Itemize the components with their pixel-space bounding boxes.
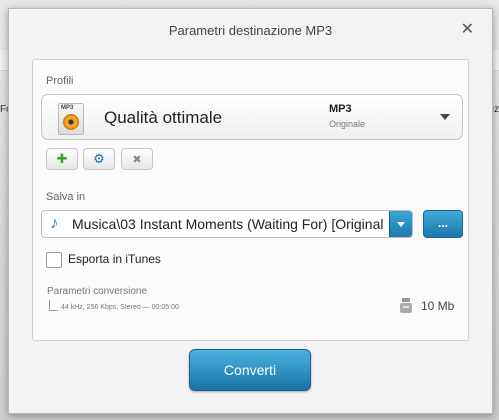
gear-icon: ⚙ (93, 151, 105, 166)
chevron-down-icon (440, 114, 450, 120)
profile-dropdown[interactable]: MP3 Qualità ottimale MP3 Originale (41, 94, 463, 140)
disc-icon (63, 114, 79, 130)
music-note-icon: ♪ (50, 213, 59, 232)
output-path-text: Musica\03 Instant Moments (Waiting For) … (72, 216, 384, 232)
dialog-title: Parametri destinazione MP3 (168, 23, 333, 38)
tree-connector (49, 300, 58, 311)
conversion-details: 44 kHz, 256 Kbps, Stereo — 00:05:00 (61, 304, 179, 311)
profile-name: Qualità ottimale (104, 108, 223, 127)
path-dropdown-button[interactable] (389, 211, 412, 237)
file-size: 10 Mb (421, 299, 455, 313)
browse-button[interactable]: ... (423, 210, 463, 238)
profile-settings-button[interactable]: ⚙ (83, 148, 115, 170)
mp3-file-icon: MP3 (58, 103, 84, 135)
mp3-settings-dialog: Parametri destinazione MP3 ✕ Profili MP3… (8, 8, 493, 414)
close-icon[interactable]: ✕ (461, 21, 474, 39)
settings-panel: Profili MP3 Qualità ottimale MP3 Origina… (32, 59, 469, 341)
itunes-label[interactable]: Esporta in iTunes (68, 252, 161, 266)
profile-format-subtitle: Originale (329, 119, 366, 129)
add-profile-button[interactable]: ✚ (46, 148, 78, 170)
convert-button[interactable]: Converti (189, 349, 311, 391)
delete-icon: ✖ (132, 153, 142, 166)
delete-profile-button[interactable]: ✖ (121, 148, 153, 170)
plus-icon: ✚ (56, 151, 68, 166)
save-in-label: Salva in (46, 191, 86, 203)
itunes-checkbox[interactable] (46, 252, 62, 268)
profile-format: MP3 (329, 103, 352, 115)
chevron-down-icon (397, 222, 405, 227)
file-size-icon (400, 298, 412, 313)
conversion-params-label: Parametri conversione (47, 286, 148, 297)
output-path-field[interactable]: ♪ Musica\03 Instant Moments (Waiting For… (41, 210, 413, 238)
mp3-icon-tag: MP3 (61, 105, 74, 111)
profiles-label: Profili (46, 75, 74, 87)
dialog-titlebar: Parametri destinazione MP3 ✕ (9, 9, 492, 53)
